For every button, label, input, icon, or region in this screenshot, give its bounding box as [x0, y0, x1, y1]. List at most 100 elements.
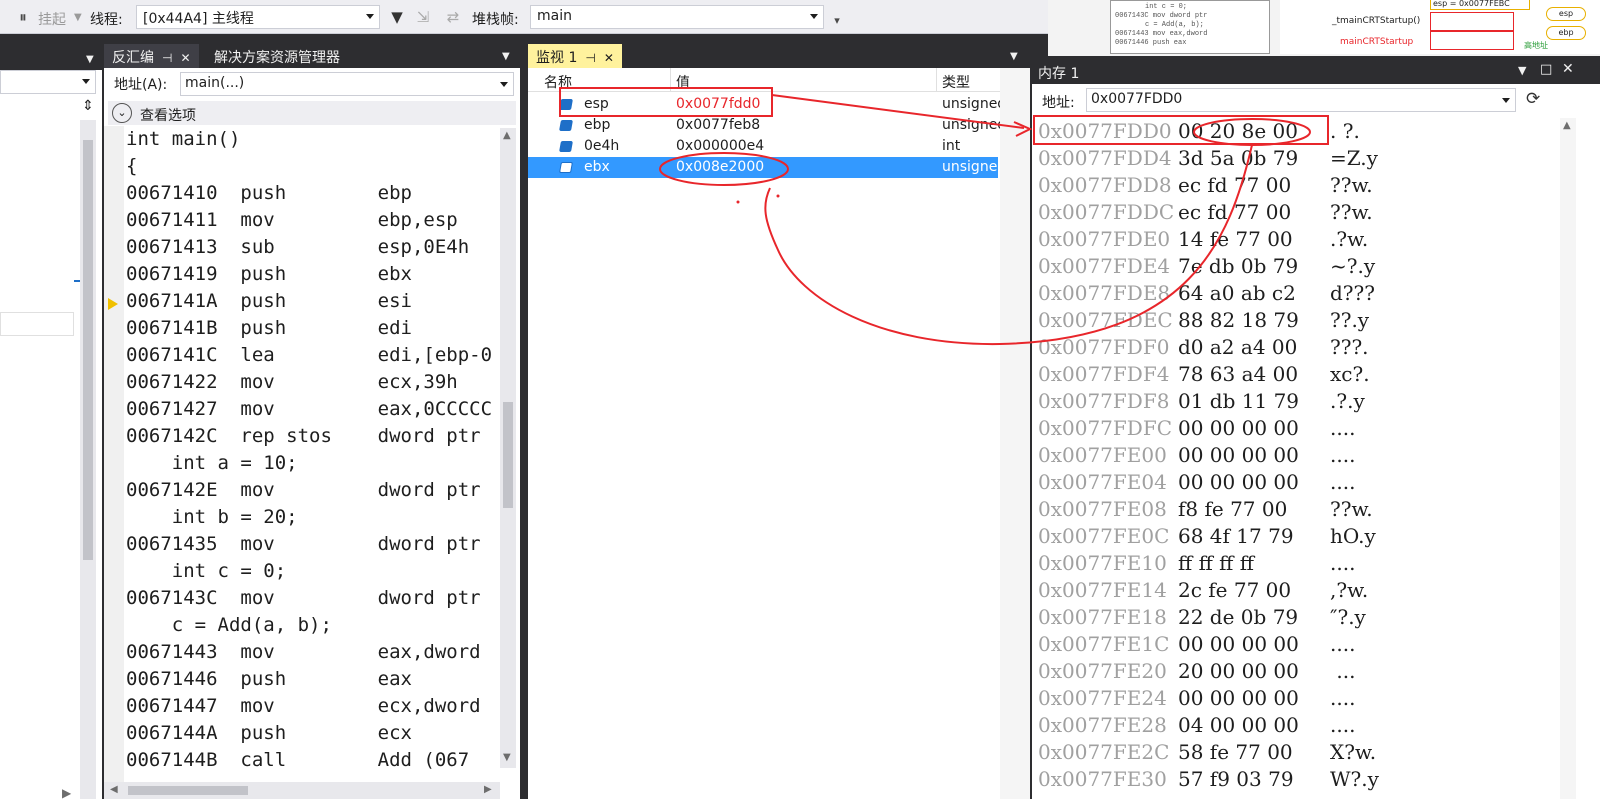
left-panel-menu-icon[interactable]: ▼ [86, 54, 94, 65]
scroll-left-icon[interactable]: ◀ [110, 784, 118, 795]
disasm-line[interactable]: { [126, 153, 137, 180]
memory-row[interactable]: 0x0077FE00 00 00 00 00.... [1038, 442, 1355, 469]
disasm-line[interactable]: 00671422 mov ecx,39h [126, 369, 458, 396]
window-menu-icon[interactable]: ▼ [1518, 64, 1526, 77]
disasm-line[interactable]: int c = 0; [126, 558, 286, 585]
memory-bytes[interactable]: 00 00 00 00 [1178, 685, 1299, 712]
disasm-line[interactable]: 0067144B call Add (067 [126, 747, 469, 774]
memory-row[interactable]: 0x0077FE10 ff ff ff ff.... [1038, 550, 1355, 577]
memory-row[interactable]: 0x0077FDEC 88 82 18 79 ??.y [1038, 307, 1369, 334]
view-options-bar[interactable]: ⌄ 查看选项 [108, 101, 516, 125]
memory-bytes[interactable]: 3d 5a 0b 79 [1178, 145, 1298, 172]
left-panel-row[interactable] [0, 312, 74, 336]
memory-bytes[interactable]: 2c fe 77 00 [1178, 577, 1291, 604]
watch-value[interactable]: 0x0077feb8 [676, 115, 760, 136]
disasm-line[interactable]: 0067142E mov dword ptr [126, 477, 481, 504]
close-icon[interactable]: ✕ [604, 51, 614, 65]
memory-v-scrollbar[interactable]: ▲ [1560, 118, 1576, 799]
scroll-thumb[interactable] [128, 786, 248, 795]
disasm-line[interactable]: 00671446 push eax [126, 666, 412, 693]
column-divider[interactable] [670, 68, 671, 92]
memory-row[interactable]: 0x0077FDF4 78 63 a4 00 xc?. [1038, 361, 1370, 388]
memory-bytes[interactable]: 88 82 18 79 [1178, 307, 1299, 334]
memory-row[interactable]: 0x0077FDFC 00 00 00 00.... [1038, 415, 1355, 442]
memory-row[interactable]: 0x0077FE2C 58 fe 77 00 X?w. [1038, 739, 1376, 766]
disasm-h-scrollbar[interactable]: ◀ ▶ [104, 782, 500, 799]
scroll-right-icon[interactable]: ▶ [484, 784, 492, 795]
memory-bytes[interactable]: 00 20 8e 00 [1178, 118, 1298, 145]
memory-bytes[interactable]: 04 00 00 00 [1178, 712, 1299, 739]
disasm-line[interactable]: 0067141A push esi [126, 288, 412, 315]
memory-bytes[interactable]: f8 fe 77 00 [1178, 496, 1287, 523]
disasm-line[interactable]: int b = 20; [126, 504, 298, 531]
memory-bytes[interactable]: 64 a0 ab c2 [1178, 280, 1296, 307]
suspend-dropdown-icon[interactable]: ▼ [74, 12, 82, 23]
memory-address-input[interactable]: 0x0077FDD0 [1086, 88, 1516, 112]
disasm-line[interactable]: 00671411 mov ebp,esp [126, 207, 458, 234]
tab-watch-1[interactable]: 监视 1 ⊣ ✕ [528, 44, 622, 68]
memory-bytes[interactable]: 00 00 00 00 [1178, 415, 1299, 442]
memory-bytes[interactable]: 14 fe 77 00 [1178, 226, 1293, 253]
tab-disassembly[interactable]: 反汇编 ⊣ ✕ [104, 44, 199, 68]
sync-icon[interactable]: ⇕ [80, 98, 96, 118]
refresh-icon[interactable]: ⟳ [1526, 89, 1540, 109]
memory-row[interactable]: 0x0077FE24 00 00 00 00.... [1038, 685, 1355, 712]
memory-row[interactable]: 0x0077FDD8 ec fd 77 00 ??w. [1038, 172, 1373, 199]
memory-bytes[interactable]: 68 4f 17 79 [1178, 523, 1294, 550]
watch-value[interactable]: 0x0077fdd0 [676, 94, 760, 115]
memory-row[interactable]: 0x0077FDDC ec fd 77 00 ??w. [1038, 199, 1373, 226]
memory-row[interactable]: 0x0077FE18 22 de 0b 79 ″?.y [1038, 604, 1366, 631]
column-divider[interactable] [936, 68, 937, 92]
address-input[interactable]: main(...) [180, 72, 514, 96]
collapse-icon[interactable]: ⌄ [112, 103, 132, 123]
memory-bytes[interactable]: 22 de 0b 79 [1178, 604, 1298, 631]
memory-bytes[interactable]: 00 00 00 00 [1178, 469, 1299, 496]
show-flagged-icon[interactable]: ⇄ [444, 8, 462, 26]
memory-row[interactable]: 0x0077FE04 00 00 00 00.... [1038, 469, 1355, 496]
disasm-line[interactable]: 00671427 mov eax,0CCCCC [126, 396, 492, 423]
suspend-icon[interactable]: ⏸ [14, 8, 32, 26]
header-name[interactable]: 名称 [544, 72, 572, 92]
header-value[interactable]: 值 [676, 72, 690, 92]
memory-row[interactable]: 0x0077FDE4 7e db 0b 79 ~?.y [1038, 253, 1375, 280]
filter-icon[interactable]: ▼ [388, 8, 406, 26]
memory-bytes[interactable]: 00 00 00 00 [1178, 631, 1299, 658]
disasm-line[interactable]: 00671443 mov eax,dword [126, 639, 481, 666]
flag-thread-icon[interactable]: ⇲ [414, 8, 432, 26]
disasm-line[interactable]: 00671410 push ebp [126, 180, 412, 207]
memory-row[interactable]: 0x0077FE28 04 00 00 00.... [1038, 712, 1355, 739]
memory-row[interactable]: 0x0077FDF8 01 db 11 79 .?.y [1038, 388, 1365, 415]
disasm-line[interactable]: 0067144A push ecx [126, 720, 412, 747]
disasm-line[interactable]: 0067143C mov dword ptr [126, 585, 481, 612]
memory-row[interactable]: 0x0077FE0C 68 4f 17 79 hO.y [1038, 523, 1376, 550]
memory-row[interactable]: 0x0077FDF0 d0 a2 a4 00???. [1038, 334, 1369, 361]
scroll-right-icon[interactable]: ▶ [62, 786, 71, 799]
tab-menu-icon[interactable]: ▼ [502, 51, 510, 62]
disasm-line[interactable]: 00671413 sub esp,0E4h [126, 234, 469, 261]
watch-row[interactable]: ebp 0x0077feb8 unsigned [528, 115, 1000, 136]
pin-icon[interactable]: ⊣ [162, 51, 172, 65]
tab-menu-icon[interactable]: ▼ [1010, 51, 1018, 62]
close-icon[interactable]: ✕ [180, 51, 190, 65]
scroll-up-icon[interactable]: ▲ [1563, 120, 1571, 131]
memory-row[interactable]: 0x0077FE08 f8 fe 77 00 ??w. [1038, 496, 1373, 523]
memory-row[interactable]: 0x0077FE1C 00 00 00 00.... [1038, 631, 1355, 658]
disasm-line[interactable]: int a = 10; [126, 450, 298, 477]
disasm-line[interactable]: 0067141C lea edi,[ebp-0 [126, 342, 492, 369]
left-panel-combo[interactable] [0, 70, 96, 94]
memory-bytes[interactable]: ff ff ff ff [1178, 550, 1254, 577]
watch-value[interactable]: 0x008e2000 [676, 157, 764, 178]
pin-icon[interactable]: ⊣ [585, 51, 595, 65]
watch-value[interactable]: 0x000000e4 [676, 136, 764, 157]
disasm-line[interactable]: 00671419 push ebx [126, 261, 412, 288]
watch-row[interactable]: 0e4h 0x000000e4 int [528, 136, 998, 157]
memory-row[interactable]: 0x0077FE30 57 f9 03 79 W?.y [1038, 766, 1379, 793]
header-type[interactable]: 类型 [942, 72, 970, 92]
memory-row[interactable]: 0x0077FDE8 64 a0 ab c2 d??? [1038, 280, 1375, 307]
scroll-thumb[interactable] [83, 140, 93, 560]
memory-bytes[interactable]: ec fd 77 00 [1178, 172, 1291, 199]
memory-bytes[interactable]: 20 00 00 00 [1178, 658, 1299, 685]
thread-combo[interactable]: [0x44A4] 主线程 [136, 5, 380, 29]
memory-row[interactable]: 0x0077FDE0 14 fe 77 00 .?w. [1038, 226, 1368, 253]
memory-bytes[interactable]: 7e db 0b 79 [1178, 253, 1298, 280]
